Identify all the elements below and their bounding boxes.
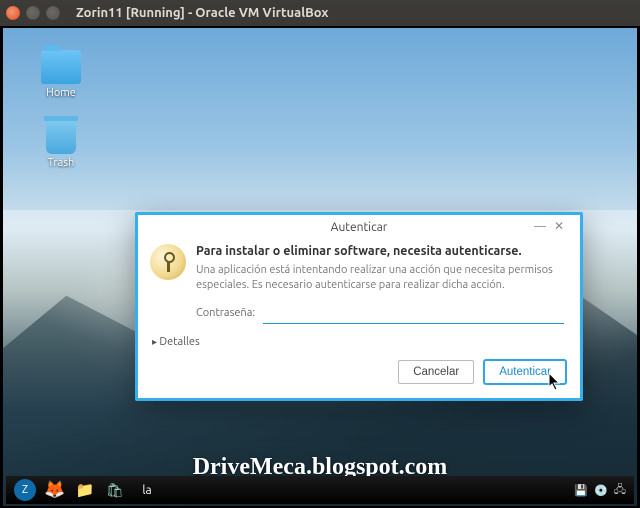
keyboard-layout-label: la [142,484,151,497]
auth-dialog: Autenticar —✕ Para instalar o eliminar s… [135,212,583,401]
authenticate-button[interactable]: Autenticar [484,360,566,384]
network-icon: 🖧 [614,481,626,500]
host-minimize-button[interactable] [26,6,40,20]
host-maximize-button[interactable] [46,6,60,20]
vm-status-tray: 💾 💿 🖧 [574,481,626,500]
guest-taskbar: Z 🦊 📁 🛍 la 💾 💿 🖧 [6,476,634,504]
folder-icon [41,50,81,84]
dialog-message: Una aplicación está intentando realizar … [196,263,564,293]
cancel-button[interactable]: Cancelar [398,360,474,384]
keyboard-indicator[interactable]: la [134,479,160,501]
firefox-icon: 🦊 [44,480,65,500]
files-icon: 📁 [76,481,95,499]
zorin-logo-icon: Z [14,479,36,501]
details-toggle[interactable]: Detalles [138,334,580,356]
host-window-title: Zorin11 [Running] - Oracle VM VirtualBox [76,6,328,20]
optical-icon: 💿 [594,484,608,497]
dialog-titlebar[interactable]: Autenticar —✕ [138,215,580,238]
desktop-icon-trash[interactable]: Trash [29,120,93,169]
taskbar-firefox[interactable]: 🦊 [42,479,68,501]
dialog-minimize-button[interactable]: — [534,220,554,233]
key-icon [150,244,186,280]
bag-icon: 🛍 [106,482,124,499]
disk-icon: 💾 [574,484,588,497]
vm-viewport: Home Trash Autenticar —✕ Para instalar o… [0,26,640,508]
dialog-title-text: Autenticar [331,221,388,234]
trash-icon [46,120,76,154]
host-window-titlebar: Zorin11 [Running] - Oracle VM VirtualBox [0,0,640,26]
desktop-icon-label: Trash [29,157,93,169]
password-input[interactable] [263,303,564,324]
start-menu-button[interactable]: Z [12,479,38,501]
host-close-button[interactable] [6,6,20,20]
dialog-close-button[interactable]: ✕ [554,220,572,233]
desktop-icon-home[interactable]: Home [29,50,93,99]
taskbar-files[interactable]: 📁 [72,479,98,501]
details-label: Detalles [159,336,199,348]
taskbar-software[interactable]: 🛍 [102,479,128,501]
dialog-heading: Para instalar o eliminar software, neces… [196,244,564,258]
desktop-icon-label: Home [29,87,93,99]
password-label: Contraseña: [196,307,255,319]
